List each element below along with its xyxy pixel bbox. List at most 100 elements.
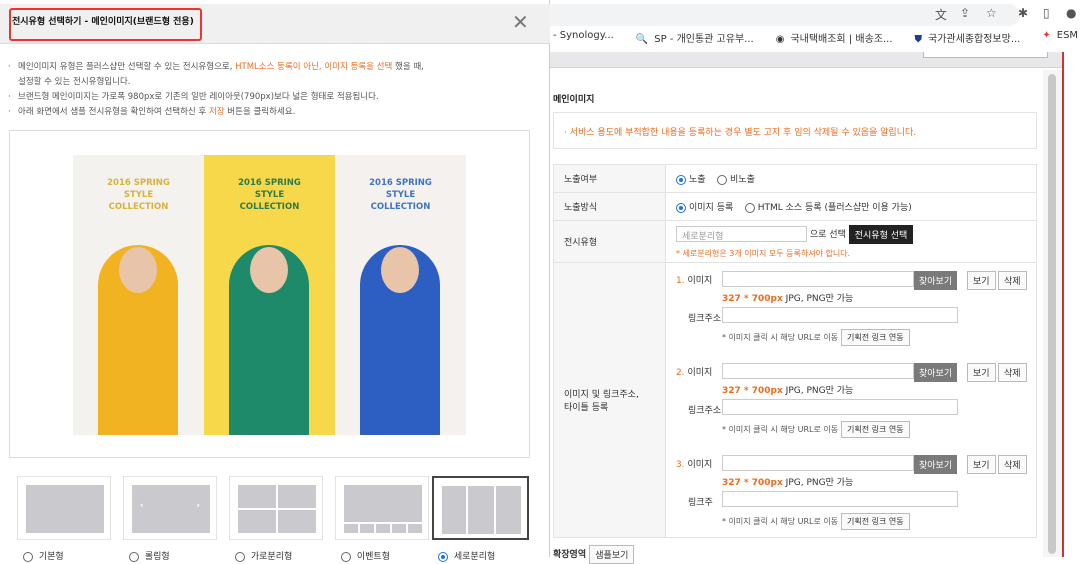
row-label: 노출방식: [553, 192, 666, 221]
view-button[interactable]: 보기: [967, 271, 996, 290]
layout-block: [238, 485, 276, 508]
type-option[interactable]: 롤링형: [129, 549, 170, 562]
text: 1.: [676, 276, 685, 286]
panel-title: 2016 SPRING STYLE COLLECTION: [107, 178, 170, 212]
bookmark[interactable]: ✦ ESM: [1042, 30, 1078, 45]
image-file-input[interactable]: [722, 271, 914, 287]
radio-label: 이미지 등록: [689, 203, 734, 213]
radio-label: 노출: [689, 175, 706, 185]
panel-title: 2016 SPRING STYLE COLLECTION: [369, 178, 432, 212]
layout-block: [26, 485, 104, 533]
radio-html[interactable]: [744, 202, 755, 213]
bookmark[interactable]: 🔍 SP - 개인통관 고유부...: [636, 30, 754, 45]
type-thumbnail[interactable]: ‹ ›: [123, 476, 217, 540]
find-button[interactable]: 찾아보기: [914, 271, 958, 290]
link-input[interactable]: [722, 307, 958, 323]
type-thumbnail[interactable]: [229, 476, 323, 540]
image-file-input[interactable]: [722, 363, 914, 379]
image-file-input[interactable]: [722, 455, 914, 471]
text: 이미지: [687, 276, 713, 286]
globe-icon: ◉: [775, 34, 785, 45]
type-thumbnail[interactable]: [432, 476, 529, 540]
sidepanel-icon[interactable]: ▯: [1043, 6, 1050, 20]
text: * 이미지 클릭 시 해당 URL로 이동: [722, 333, 839, 342]
model-head: [119, 247, 157, 293]
text: 327 * 700px: [722, 386, 783, 396]
layout-block: [238, 510, 276, 533]
delete-button[interactable]: 삭제: [998, 363, 1027, 382]
type-input[interactable]: 세로분리형: [676, 226, 807, 242]
profile-icon[interactable]: ●: [1066, 6, 1076, 20]
view-button[interactable]: 보기: [967, 363, 996, 382]
type-label: 세로분리형: [453, 552, 496, 562]
extensions-icon[interactable]: ✱: [1018, 6, 1028, 20]
link-connect-button[interactable]: 기획전 링크 연동: [841, 421, 910, 438]
esm-icon: ✦: [1042, 30, 1051, 41]
star-icon[interactable]: ☆: [986, 6, 997, 20]
delete-button[interactable]: 삭제: [998, 455, 1027, 474]
text: 링크주소: [688, 314, 722, 324]
type-label: 가로분리형: [250, 552, 293, 562]
preview-panel: 2016 SPRING STYLE COLLECTION: [73, 155, 204, 435]
model-head: [381, 247, 419, 293]
delete-button[interactable]: 삭제: [998, 271, 1027, 290]
text: * 이미지 클릭 시 해당 URL로 이동: [722, 425, 839, 434]
text: 링크주소: [688, 406, 722, 416]
translate-icon[interactable]: 文: [935, 6, 947, 23]
type-suffix: 으로 선택: [809, 229, 846, 240]
find-button[interactable]: 찾아보기: [914, 363, 958, 382]
scrollbar[interactable]: [1043, 70, 1062, 557]
preview-panel: 2016 SPRING STYLE COLLECTION: [335, 155, 466, 435]
type-thumbnail[interactable]: [17, 476, 111, 540]
address-bar[interactable]: [550, 4, 1020, 26]
type-option[interactable]: 기본형: [23, 549, 64, 562]
bookmark[interactable]: ◉ 국내택배조회 | 배송조...: [776, 30, 893, 45]
type-option[interactable]: 이벤트형: [341, 549, 390, 562]
find-button[interactable]: 찾아보기: [914, 455, 958, 474]
preview-panel: 2016 SPRING STYLE COLLECTION: [204, 155, 335, 435]
type-warning: * 세로분리형은 3개 이미지 모두 등록하셔야 합니다.: [676, 248, 851, 258]
bookmarks-bar: - Synology... 🔍 SP - 개인통관 고유부... ◉ 국내택배조회 …: [553, 30, 1078, 45]
label-line: 타이틀 등록: [564, 403, 609, 413]
type-thumbnail[interactable]: [335, 476, 429, 540]
bookmark[interactable]: ⛊ 국가관세종합정보망...: [915, 30, 1021, 45]
text: 327 * 700px: [722, 294, 783, 304]
sample-button[interactable]: 샘플보기: [589, 545, 635, 564]
page-edge: [1062, 52, 1080, 557]
text: 3.: [676, 460, 685, 470]
row-label: 이미지 및 링크주소, 타이틀 등록: [553, 262, 666, 538]
text: JPG, PNG만 가능: [785, 294, 854, 304]
magnifier-icon: 🔍: [635, 34, 649, 45]
bookmark[interactable]: - Synology...: [553, 30, 614, 45]
page-header-band: [550, 52, 1062, 68]
extension-section: 확장영역 샘플보기: [553, 545, 635, 564]
panel-title: 2016 SPRING STYLE COLLECTION: [238, 178, 301, 212]
view-button[interactable]: 보기: [967, 455, 996, 474]
link-connect-button[interactable]: 기획전 링크 연동: [841, 513, 910, 530]
model-head: [250, 247, 288, 293]
radio-label: HTML 소스 등록 (플러스샵만 이용 가능): [757, 203, 912, 213]
radio-image[interactable]: [676, 202, 686, 213]
text: 327 * 700px: [722, 478, 783, 488]
type-option[interactable]: 세로분리형: [438, 549, 495, 562]
link-input[interactable]: [722, 399, 958, 415]
link-connect-button[interactable]: 기획전 링크 연동: [841, 329, 910, 346]
link-input[interactable]: [722, 491, 958, 507]
image-upload-item: 1. 이미지 찾아보기 보기 삭제 327 * 700px JPG, PNG만 …: [666, 269, 1036, 359]
close-icon[interactable]: ✕: [512, 10, 529, 34]
notice-box: · 서비스 용도에 부적합한 내용을 등록하는 경우 별도 고지 후 임의 삭제…: [553, 112, 1037, 149]
shield-icon: ⛊: [914, 34, 923, 45]
layout-block: [376, 524, 390, 533]
type-option[interactable]: 가로분리형: [235, 549, 292, 562]
text: 2.: [676, 368, 685, 378]
share-icon[interactable]: ⇪: [960, 6, 970, 20]
text: 이미지: [687, 368, 713, 378]
radio-hide[interactable]: [717, 174, 728, 185]
modal-description: 메인이미지 유형은 플러스샵만 선택할 수 있는 전시유형으로, HTML소스 …: [8, 60, 538, 120]
radio-expose[interactable]: [676, 174, 686, 185]
row-label: 노출여부: [553, 164, 666, 193]
type-label: 기본형: [38, 552, 64, 562]
select-type-button[interactable]: 전시유형 선택: [848, 224, 914, 244]
image-cell: 1. 이미지 찾아보기 보기 삭제 327 * 700px JPG, PNG만 …: [665, 262, 1037, 538]
layout-block: [344, 485, 422, 522]
